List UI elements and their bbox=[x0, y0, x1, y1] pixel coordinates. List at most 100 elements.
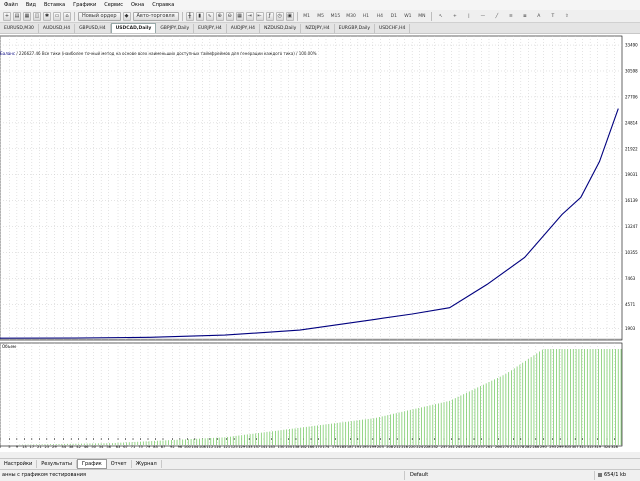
templates-icon[interactable]: ▣ bbox=[285, 11, 294, 21]
x-tick-label: 303 bbox=[564, 445, 571, 449]
x-tick-label: 158 bbox=[293, 445, 301, 449]
x-tick-label: 38 bbox=[69, 445, 74, 449]
symbol-tab[interactable]: AUDJPY,H4 bbox=[226, 24, 260, 33]
timeframe-w1[interactable]: W1 bbox=[402, 12, 414, 21]
timeframe-m30[interactable]: M30 bbox=[344, 12, 358, 21]
x-tick-label: 183 bbox=[339, 445, 346, 449]
symbol-tab[interactable]: GBPUSD,H4 bbox=[75, 24, 111, 33]
tester-tab[interactable]: Журнал bbox=[132, 460, 162, 468]
new-chart-icon[interactable]: + bbox=[3, 11, 11, 21]
x-tick-label: 324 bbox=[604, 445, 612, 449]
arrow-tool-icon[interactable]: ⇧ bbox=[561, 12, 573, 21]
tester-tab[interactable]: Отчет bbox=[107, 460, 132, 468]
chart-shift-icon[interactable]: ⇤ bbox=[255, 11, 264, 21]
menu-item-2[interactable]: Вставка bbox=[40, 2, 69, 8]
symbol-tab[interactable]: EURGBP,Daily bbox=[334, 24, 375, 33]
symbol-tab[interactable]: GBPJPY,Daily bbox=[156, 24, 195, 33]
tester-icon[interactable]: ⌂ bbox=[63, 11, 71, 21]
symbol-tab[interactable]: USDCHF,H4 bbox=[375, 24, 411, 33]
timeframe-m5[interactable]: M5 bbox=[315, 12, 327, 21]
tester-tab[interactable]: График bbox=[76, 459, 107, 469]
y-tick-label: 19031 bbox=[625, 172, 638, 177]
balance-chart[interactable]: 1903457174631035513247161391903121922248… bbox=[0, 34, 640, 452]
data-window-icon[interactable]: ◫ bbox=[33, 11, 41, 21]
tester-tab[interactable]: Настройки bbox=[0, 460, 38, 468]
crosshair-icon[interactable]: + bbox=[449, 12, 461, 21]
symbol-tab[interactable]: USDCAD,Daily bbox=[110, 23, 157, 33]
symbol-tab[interactable]: EURUSD,M30 bbox=[0, 24, 39, 33]
trendline-icon[interactable]: ╱ bbox=[491, 12, 503, 21]
menu-item-4[interactable]: Сервис bbox=[100, 2, 127, 8]
x-tick-label: 290 bbox=[540, 445, 548, 449]
terminal-icon[interactable]: ▭ bbox=[53, 11, 61, 21]
timeframe-h1[interactable]: H1 bbox=[360, 12, 372, 21]
x-tick-label: 67 bbox=[123, 445, 128, 449]
x-tick-label: 241 bbox=[448, 445, 455, 449]
toolbar: + ▤ ▦ ◫ ✱ ▭ ⌂ Новый ордер ◆ Авто-торговл… bbox=[0, 10, 640, 23]
menu-item-5[interactable]: Окна bbox=[127, 2, 148, 8]
x-tick-label: 92 bbox=[170, 445, 175, 449]
candles-icon[interactable]: ▮ bbox=[195, 11, 204, 21]
y-tick-label: 27706 bbox=[625, 94, 638, 99]
connection-icon bbox=[598, 473, 602, 477]
x-tick-label: 307 bbox=[572, 445, 579, 449]
autoscroll-icon[interactable]: ⇥ bbox=[245, 11, 254, 21]
y-tick-label: 16139 bbox=[625, 198, 638, 203]
y-tick-label: 13247 bbox=[625, 224, 638, 229]
x-tick-label: 203 bbox=[377, 445, 384, 449]
market-watch-icon[interactable]: ▦ bbox=[23, 11, 31, 21]
x-tick-label: 46 bbox=[84, 445, 89, 449]
menu-item-3[interactable]: Графики bbox=[69, 2, 100, 8]
channel-icon[interactable]: ≡ bbox=[505, 12, 517, 21]
new-order-button[interactable]: Новый ордер bbox=[78, 11, 121, 21]
x-tick-label: 21 bbox=[37, 445, 42, 449]
x-tick-label: 228 bbox=[424, 445, 432, 449]
x-tick-label: 63 bbox=[116, 445, 121, 449]
x-tick-label: 71 bbox=[131, 445, 136, 449]
tile-icon[interactable]: ▦ bbox=[235, 11, 244, 21]
symbol-tab[interactable]: AUDUSD,H4 bbox=[38, 24, 76, 33]
x-tick-label: 54 bbox=[99, 445, 104, 449]
timeframe-d1[interactable]: D1 bbox=[388, 12, 400, 21]
status-profile: Default bbox=[410, 472, 429, 478]
menu-item-1[interactable]: Вид bbox=[22, 2, 40, 8]
timeframe-mn[interactable]: MN bbox=[416, 12, 428, 21]
indicators-icon[interactable]: ƒ bbox=[265, 11, 274, 21]
autotrading-button[interactable]: Авто-торговля bbox=[132, 11, 179, 21]
x-tick-label: 145 bbox=[268, 445, 275, 449]
timeframe-m1[interactable]: M1 bbox=[301, 12, 313, 21]
chart-window[interactable]: 1903 4571 7463 10355 13247 16139 19031 21922 248… bbox=[0, 34, 640, 452]
tester-tab[interactable]: Результаты bbox=[37, 460, 77, 468]
menu-item-6[interactable]: Справка bbox=[148, 2, 178, 8]
label-tool-icon[interactable]: T bbox=[547, 12, 559, 21]
toolbar-separator bbox=[181, 11, 183, 21]
fibonacci-icon[interactable]: ≣ bbox=[519, 12, 531, 21]
symbol-tab[interactable]: EURJPY,H4 bbox=[194, 24, 227, 33]
menu-item-0[interactable]: Файл bbox=[0, 2, 22, 8]
periods-icon[interactable]: ◷ bbox=[275, 11, 284, 21]
x-tick-label: 108 bbox=[199, 445, 207, 449]
metaeditor-icon[interactable]: ◆ bbox=[122, 11, 131, 21]
navigator-icon[interactable]: ✱ bbox=[43, 11, 51, 21]
horizontal-line-icon[interactable]: — bbox=[477, 12, 489, 21]
zoom-out-icon[interactable]: ⊖ bbox=[225, 11, 234, 21]
timeframe-h4[interactable]: H4 bbox=[374, 12, 386, 21]
x-tick-label: 282 bbox=[525, 445, 532, 449]
x-tick-label: 257 bbox=[478, 445, 485, 449]
text-tool-icon[interactable]: A bbox=[533, 12, 545, 21]
balance-value: / 226627.46 bbox=[16, 51, 41, 56]
y-tick-label: 33490 bbox=[625, 43, 638, 48]
x-tick-label: 179 bbox=[332, 445, 340, 449]
x-tick-label: 83 bbox=[153, 445, 158, 449]
vertical-line-icon[interactable]: | bbox=[463, 12, 475, 21]
timeframe-m15[interactable]: M15 bbox=[329, 12, 343, 21]
profiles-icon[interactable]: ▤ bbox=[13, 11, 21, 21]
toolbar-separator bbox=[430, 11, 432, 21]
zoom-in-icon[interactable]: ⊕ bbox=[215, 11, 224, 21]
cursor-icon[interactable]: ↖ bbox=[435, 12, 447, 21]
bar-chart-icon[interactable]: ╫ bbox=[185, 11, 194, 21]
autotrading-label: Авто-торговля bbox=[136, 13, 175, 19]
symbol-tab[interactable]: NZDUSD,Daily bbox=[259, 24, 302, 33]
line-chart-icon[interactable]: ∿ bbox=[205, 11, 214, 21]
symbol-tab[interactable]: NZDJPY,H4 bbox=[301, 24, 335, 33]
